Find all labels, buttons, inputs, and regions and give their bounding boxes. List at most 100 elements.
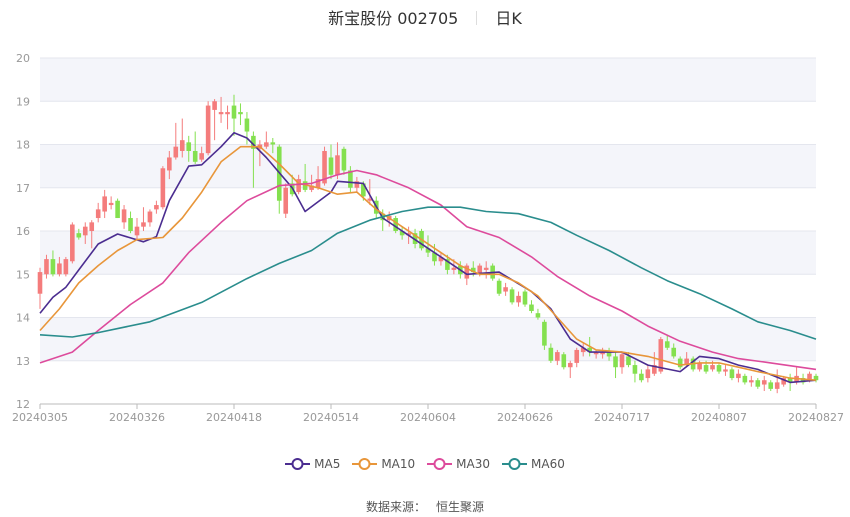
candle-up: [154, 200, 159, 214]
candle-up: [160, 166, 166, 210]
x-tick-label: 20240807: [691, 411, 747, 424]
candle-body: [44, 259, 49, 275]
candle-down: [639, 369, 644, 383]
candle-body: [37, 272, 43, 294]
candle-down: [276, 144, 282, 214]
candle-up: [37, 267, 43, 309]
grid-band: [40, 317, 816, 361]
candle-body: [141, 222, 146, 227]
x-tick-label: 20240326: [109, 411, 165, 424]
candle-body: [703, 365, 709, 372]
x-tick-label: 20240305: [12, 411, 68, 424]
candle-up: [283, 183, 289, 219]
candle-body: [548, 347, 554, 361]
candle-up: [102, 189, 107, 219]
candle-body: [613, 356, 618, 368]
candle-body: [160, 168, 166, 208]
candle-body: [677, 358, 683, 368]
candle-body: [619, 354, 625, 368]
candle-up: [173, 122, 179, 160]
candle-body: [154, 205, 159, 210]
candle-body: [516, 295, 521, 303]
candle-body: [341, 148, 347, 171]
candle-up: [503, 282, 508, 296]
candle-body: [723, 369, 728, 372]
candle-body: [167, 157, 172, 171]
candle-body: [555, 352, 560, 361]
candle-body: [264, 142, 269, 147]
candle-body: [244, 118, 250, 132]
candle-up: [567, 360, 573, 379]
candle-up: [121, 205, 127, 229]
grid-band: [40, 144, 816, 188]
data-source: 数据来源： 恒生聚源: [0, 498, 850, 515]
x-tick-label: 20240514: [303, 411, 359, 424]
candle-down: [716, 362, 722, 374]
candle-down: [522, 289, 528, 307]
candle-body: [95, 209, 101, 219]
legend-label: MA10: [381, 457, 416, 471]
candle-body: [645, 369, 651, 379]
candle-body: [561, 354, 567, 368]
candle-body: [179, 140, 185, 151]
candle-up: [70, 222, 75, 264]
candle-down: [496, 278, 502, 296]
y-tick-label: 16: [16, 225, 30, 238]
candle-up: [147, 209, 153, 227]
candle-up: [95, 202, 101, 223]
candle-body: [567, 362, 573, 368]
candle-body: [626, 356, 631, 366]
candle-body: [108, 202, 114, 206]
candle-body: [535, 313, 541, 318]
candle-up: [108, 196, 114, 210]
source-value: 恒生聚源: [436, 500, 485, 514]
candle-body: [755, 380, 761, 387]
candle-body: [749, 380, 754, 383]
legend-item-ma60[interactable]: MA60: [502, 457, 565, 471]
candle-down: [115, 198, 120, 219]
candle-up: [212, 99, 217, 141]
candle-body: [742, 375, 748, 383]
candle-body: [270, 142, 276, 145]
legend-item-ma10[interactable]: MA10: [352, 457, 415, 471]
y-tick-label: 13: [16, 355, 30, 368]
candle-up: [63, 256, 69, 277]
candle-up: [205, 101, 211, 156]
candle-body: [192, 150, 198, 162]
candle-body: [529, 304, 534, 312]
candlestick-chart: 12 13 14 15 16 17 18 19 20 20240305 20240326 202404…: [12, 52, 844, 424]
candle-body: [335, 155, 340, 175]
y-tick-label: 12: [16, 398, 30, 411]
candle-body: [496, 280, 502, 294]
candle-down: [509, 287, 515, 305]
candle-body: [115, 200, 120, 219]
candle-body: [710, 365, 715, 370]
candle-body: [574, 349, 580, 363]
candle-down: [561, 352, 567, 370]
candle-body: [76, 233, 82, 238]
candle-up: [141, 207, 146, 231]
legend-item-ma5[interactable]: MA5: [285, 457, 340, 471]
y-tick-label: 17: [16, 182, 30, 195]
candle-body: [238, 112, 243, 115]
grid-band: [40, 58, 816, 102]
candle-up: [736, 369, 741, 383]
candle-body: [716, 365, 722, 372]
candle-down: [529, 300, 534, 314]
candle-body: [639, 373, 644, 381]
legend-circle-icon: [352, 458, 378, 470]
candle-body: [283, 187, 289, 214]
candle-up: [574, 347, 580, 368]
candle-up: [225, 105, 230, 130]
legend-label: MA30: [456, 457, 491, 471]
candle-body: [199, 153, 204, 160]
candle-body: [729, 369, 735, 379]
candle-body: [128, 218, 133, 231]
candle-body: [63, 259, 69, 275]
candle-body: [147, 211, 153, 223]
candle-body: [102, 196, 107, 212]
candle-body: [212, 101, 217, 110]
legend-item-ma30[interactable]: MA30: [427, 457, 490, 471]
candle-down: [238, 103, 243, 126]
candle-up: [619, 352, 625, 374]
